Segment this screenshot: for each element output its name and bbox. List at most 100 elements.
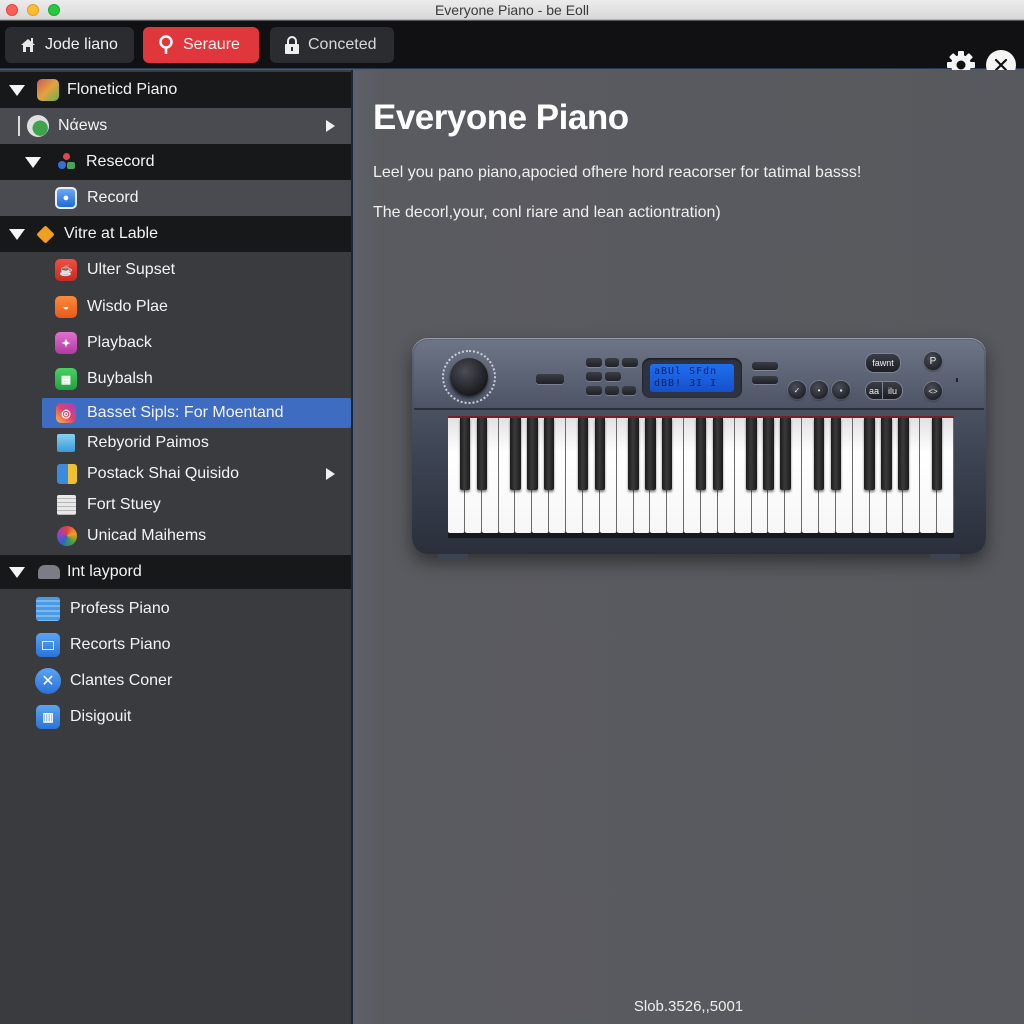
chevron-down-icon[interactable] [9,566,25,578]
status-footer: Slob.3526,,5001 [633,998,744,1015]
black-key[interactable] [594,418,606,490]
panel-button[interactable] [622,386,636,395]
round-button[interactable]: ▪ [832,381,850,399]
chevron-down-icon[interactable] [9,228,25,240]
black-key[interactable] [695,418,707,490]
black-key[interactable] [746,418,757,490]
sidebar-item-label: Resecord [86,153,155,170]
sidebar: Floneticd Piano Nάews Resecord ● Record … [0,70,351,1024]
search-button[interactable]: Seraure [143,27,259,63]
sidebar-item-label: Vitre at Lable [64,225,158,242]
sidebar-group-resecord[interactable]: Resecord [0,144,351,180]
sidebar-item-label: Postack Shai Quisido [87,465,240,482]
sidebar-item-label: Nάews [58,117,108,134]
keyboard-foot [438,554,468,560]
panel-button[interactable] [605,386,619,395]
sidebar-group-vitre-at-lable[interactable]: Vitre at Lable [0,216,351,252]
black-key[interactable] [510,418,521,490]
black-key[interactable] [864,418,875,490]
sidebar-item-basset-sipls[interactable]: ◎ Basset Sipls: For Moentand [42,398,351,428]
sidebar-item-label: Rebyorid Paimos [87,434,209,451]
black-key[interactable] [527,418,538,490]
sidebar-item-label: Floneticd Piano [67,81,178,98]
volume-knob[interactable] [450,358,488,396]
sidebar-item-playback[interactable]: ✦ Playback [0,325,351,361]
description-paragraph-1: Leel you pano piano,apocied ofhere hord … [373,164,862,181]
page-title: Everyone Piano [373,98,629,137]
sidebar-item-record[interactable]: ● Record [0,180,351,216]
black-key[interactable] [577,418,589,490]
black-key[interactable] [476,418,487,490]
chevron-down-icon[interactable] [25,156,41,168]
panel-button[interactable] [605,358,619,367]
panel-button[interactable] [586,372,602,381]
panel-button[interactable] [536,374,564,384]
sidebar-item-label: Playback [87,334,152,351]
black-key[interactable] [459,418,471,490]
pill-right-button[interactable]: ilu [883,382,902,399]
keyboard-foot [930,554,960,560]
black-key[interactable] [712,418,724,490]
panel-button[interactable] [622,358,638,367]
camera-icon: ◎ [56,403,76,423]
black-key[interactable] [763,418,774,490]
sidebar-group-int-laypord[interactable]: Int laypord [0,555,351,589]
black-key[interactable] [543,418,555,490]
sidebar-item-disigouit[interactable]: ▥ Disigouit [0,699,351,735]
home-icon [19,36,37,54]
panel-button[interactable] [752,376,778,384]
lcd-display: aBUl SFdn dBB! 3I I [650,364,734,392]
connected-button[interactable]: Conceted [270,27,394,63]
favorite-button[interactable]: fawnt [866,354,900,372]
sidebar-item-wisdo-plae[interactable]: ◒ Wisdo Plae [0,289,351,325]
black-key[interactable] [881,418,892,490]
chevron-right-icon[interactable] [326,468,335,480]
chevron-down-icon[interactable] [9,84,25,96]
sidebar-item-news[interactable]: Nάews [0,108,351,144]
lcd-line-1: aBUl SFdn [654,366,718,377]
sidebar-item-label: Ulter Supset [87,261,176,278]
black-key[interactable] [813,418,825,490]
sidebar-item-postack-shai-quisido[interactable]: Postack Shai Quisido [0,458,351,490]
sidebar-item-recorts-piano[interactable]: Recorts Piano [0,627,351,663]
sidebar-item-unicad-maihems[interactable]: Unicad Maihems [0,520,351,552]
panel-button[interactable] [752,362,778,370]
sidebar-item-label: Record [87,189,139,206]
description-paragraph-2: The decorl,your, conl riare and lean act… [373,204,721,221]
black-key[interactable] [662,418,673,490]
chevron-right-icon[interactable] [326,120,335,132]
sidebar-item-fort-stuey[interactable]: Fort Stuey [0,489,351,521]
sidebar-group-flonetic-piano[interactable]: Floneticd Piano [0,72,351,108]
black-key[interactable] [645,418,656,490]
cloud-icon [38,565,60,579]
document-icon [57,495,76,515]
shapes-icon [58,153,76,171]
sidebar-item-rebyorid-paimos[interactable]: Rebyorid Paimos [0,427,351,459]
round-button[interactable]: • [810,381,828,399]
sidebar-item-profess-piano[interactable]: Profess Piano [0,591,351,627]
pill-left-button[interactable]: aa [866,382,882,399]
sidebar-item-ulter-supset[interactable]: ☕ Ulter Supset [0,252,351,288]
panel-button[interactable] [586,358,602,367]
sidebar-item-buybalsh[interactable]: ▦ Buybalsh [0,361,351,397]
home-button[interactable]: Jode liano [5,27,134,63]
sidebar-item-label: Disigouit [70,708,132,725]
panel-button[interactable] [605,372,621,381]
check-button[interactable]: ✓ [788,381,806,399]
panel-button[interactable] [586,386,602,395]
gift-icon [37,79,59,101]
black-key[interactable] [931,418,943,490]
black-key[interactable] [780,418,791,490]
window-titlebar: Everyone Piano - be Eoll [0,0,1024,20]
nav-button[interactable]: <> [924,382,942,400]
sidebar-item-label: Fort Stuey [87,496,161,513]
x-circle-icon: ✕ [35,668,61,694]
p-button[interactable]: P [924,352,942,370]
diamond-icon [36,224,55,244]
sidebar-item-clantes-coner[interactable]: ✕ Clantes Coner [0,663,351,699]
sidebar-item-label: Clantes Coner [70,672,173,689]
black-key[interactable] [898,418,909,490]
black-key[interactable] [628,418,639,490]
keyboard-control-panel: aBUl SFdn dBB! 3I I ✓ • ▪ fawnt aa ilu P … [414,340,984,410]
black-key[interactable] [830,418,842,490]
